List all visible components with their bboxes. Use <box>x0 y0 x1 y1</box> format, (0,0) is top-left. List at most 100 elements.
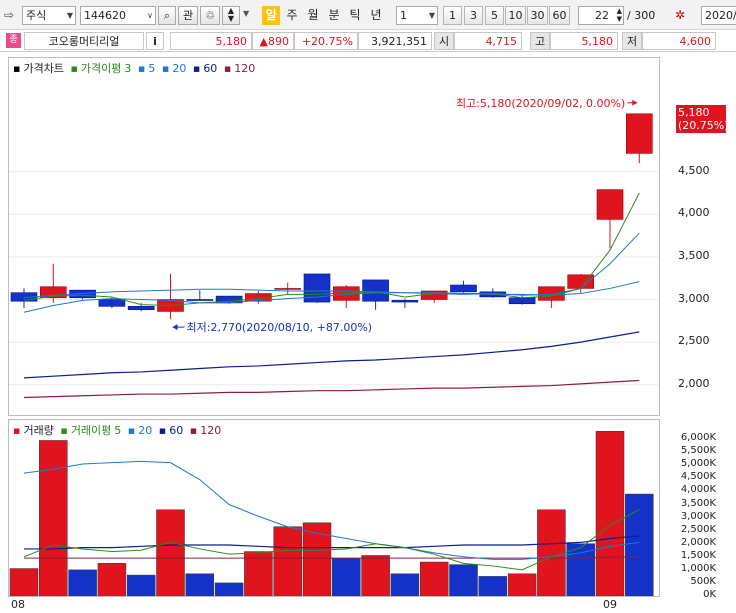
open-price: 4,715 <box>454 32 522 50</box>
volume-bar <box>595 431 625 596</box>
last-price-value: 5,180 <box>678 105 710 119</box>
low-annotation: 최저:2,770(2020/08/10, +87.00%) <box>187 321 373 334</box>
volume-bar <box>302 522 332 596</box>
bar-total-label: / 300 <box>627 9 656 22</box>
stock-code-input[interactable]: 144620 ∨ <box>80 6 156 25</box>
volume-tick-label: 4,500K <box>680 471 716 483</box>
x-axis: 08 09 <box>0 597 736 613</box>
volume-tick-label: 3,000K <box>680 510 716 522</box>
period-tab-day[interactable]: 일 <box>262 6 280 25</box>
stock-info-bar: 종 코오롱머티리얼 i 5,180 ▲890 +20.75% 3,921,351… <box>0 30 736 52</box>
volume-tick-label: 5,000K <box>680 458 716 470</box>
stock-name[interactable]: 코오롱머티리얼 <box>24 32 144 50</box>
market-select[interactable]: 주식 ▼ <box>22 6 76 25</box>
market-select-label: 주식 <box>26 9 47 22</box>
interval-button-5[interactable]: 5 <box>485 6 504 25</box>
volume-plot[interactable] <box>9 420 659 596</box>
interval-button-1[interactable]: 1 <box>443 6 462 25</box>
volume-bar <box>156 509 185 596</box>
high-annotation: 최고:5,180(2020/09/02, 0.00%) <box>456 97 625 110</box>
volume-bar <box>478 576 508 596</box>
change-rate: +20.75% <box>294 32 358 50</box>
volume-tick-label: 2,000K <box>680 536 716 548</box>
interval-button-60[interactable]: 60 <box>549 6 570 25</box>
chevron-down-icon: ∨ <box>147 11 153 20</box>
price-tick-label: 4,500 <box>678 163 710 177</box>
recycle-icon: ♲ <box>205 9 215 22</box>
chevron-down-icon: ▼ <box>428 11 435 20</box>
volume-bar <box>419 561 449 596</box>
price-plot[interactable]: 최고:5,180(2020/09/02, 0.00%) 최저:2,770(2020… <box>9 58 659 415</box>
stock-type-badge: 종 <box>6 33 21 48</box>
x-label-aug: 08 <box>11 598 25 611</box>
search-icon: ⌕ <box>163 9 171 22</box>
candle-body <box>362 279 389 302</box>
settings-icon[interactable]: ✲ <box>675 8 685 22</box>
period-tab-week[interactable]: 주 <box>283 6 301 25</box>
volume-bar <box>273 526 302 596</box>
volume-tick-label: 4,000K <box>680 484 716 496</box>
volume-bar <box>361 555 390 596</box>
chart-toolbar: ⇨ 주식 ▼ 144620 ∨ ⌕ 관 ♲ ▲ ▼ ▼ 일 주 월 분 틱 년 … <box>0 0 736 30</box>
date-value: 2020/ <box>705 9 736 22</box>
candle-body <box>127 306 155 311</box>
bar-count-value: 22 <box>595 9 609 22</box>
candle-body <box>450 284 477 293</box>
last-price-rate: (20.75%) <box>678 118 729 132</box>
high-price: 5,180 <box>550 32 618 50</box>
volume-bar <box>507 573 537 596</box>
volume-bar <box>185 573 215 596</box>
interval-button-3[interactable]: 3 <box>464 6 483 25</box>
search-button[interactable]: ⌕ <box>158 6 176 25</box>
volume-tick-label: 5,500K <box>680 445 716 457</box>
volume-bar <box>9 568 39 596</box>
price-tick-label: 2,000 <box>678 376 710 390</box>
volume-bar <box>214 582 244 596</box>
dropdown-caret-icon[interactable]: ▼ <box>243 9 249 18</box>
volume-tick-label: 6,000K <box>680 432 716 444</box>
period-tab-tick[interactable]: 틱 <box>346 6 364 25</box>
date-input[interactable]: 2020/ <box>701 6 736 25</box>
info-button[interactable]: i <box>146 32 164 50</box>
candle-body <box>186 299 214 301</box>
x-label-sep: 09 <box>603 598 617 611</box>
low-label: 저 <box>622 32 642 50</box>
interval-button-10[interactable]: 10 <box>505 6 526 25</box>
spinner-down-icon: ▼ <box>227 14 235 23</box>
volume-bar <box>97 563 127 596</box>
volume-tick-label: 1,000K <box>680 562 716 574</box>
volume-bar <box>39 440 68 596</box>
volume-bar <box>126 574 156 596</box>
period-tab-minute[interactable]: 분 <box>325 6 343 25</box>
price-axis: 4,500 4,000 3,500 3,000 2,500 2,000 5,180 (20.7… <box>660 57 736 416</box>
bar-count-input[interactable]: 22 ▲ ▼ <box>578 6 624 25</box>
volume-axis: 6,000K 5,500K 5,000K 4,500K 4,000K 3,500K 3,00… <box>660 419 736 600</box>
volume-bar <box>625 493 654 596</box>
up-down-spinner[interactable]: ▲ ▼ <box>222 6 240 25</box>
interval-button-30[interactable]: 30 <box>527 6 548 25</box>
volume-tick-label: 1,500K <box>680 549 716 561</box>
arrow-nav-icon[interactable]: ⇨ <box>4 8 14 22</box>
period-tab-month[interactable]: 월 <box>304 6 322 25</box>
volume-chart-panel[interactable]: ▪ 거래량 ▪ 거래이평 5 ▪ 20 ▪ 60 ▪ 120 <box>8 419 660 597</box>
recycle-button[interactable]: ♲ <box>200 6 220 25</box>
candle-body <box>596 189 624 220</box>
current-price: 5,180 <box>170 32 252 50</box>
price-chart-panel[interactable]: ▪ 가격차트 ▪ 가격이평 3 ▪ 5 ▪ 20 ▪ 60 ▪ 120 최고:5,180(20… <box>8 57 660 416</box>
watchlist-button[interactable]: 관 <box>178 6 198 25</box>
candle-body <box>391 300 419 303</box>
interval-select[interactable]: 1 ▼ <box>396 6 438 25</box>
ma120-line <box>23 379 640 399</box>
candle-body <box>98 299 126 307</box>
stepper-icon[interactable]: ▲ ▼ <box>617 7 622 23</box>
volume-bar <box>68 569 97 596</box>
volume-tick-label: 500K <box>690 575 716 587</box>
volume-tick-label: 3,500K <box>680 497 716 509</box>
price-tick-label: 3,000 <box>678 291 710 305</box>
price-tick-label: 2,500 <box>678 334 710 348</box>
volume-bar <box>390 573 420 596</box>
volume-bar <box>449 564 478 596</box>
trade-volume: 3,921,351 <box>358 32 432 50</box>
stock-code-value: 144620 <box>84 9 126 22</box>
period-tab-year[interactable]: 년 <box>367 6 385 25</box>
